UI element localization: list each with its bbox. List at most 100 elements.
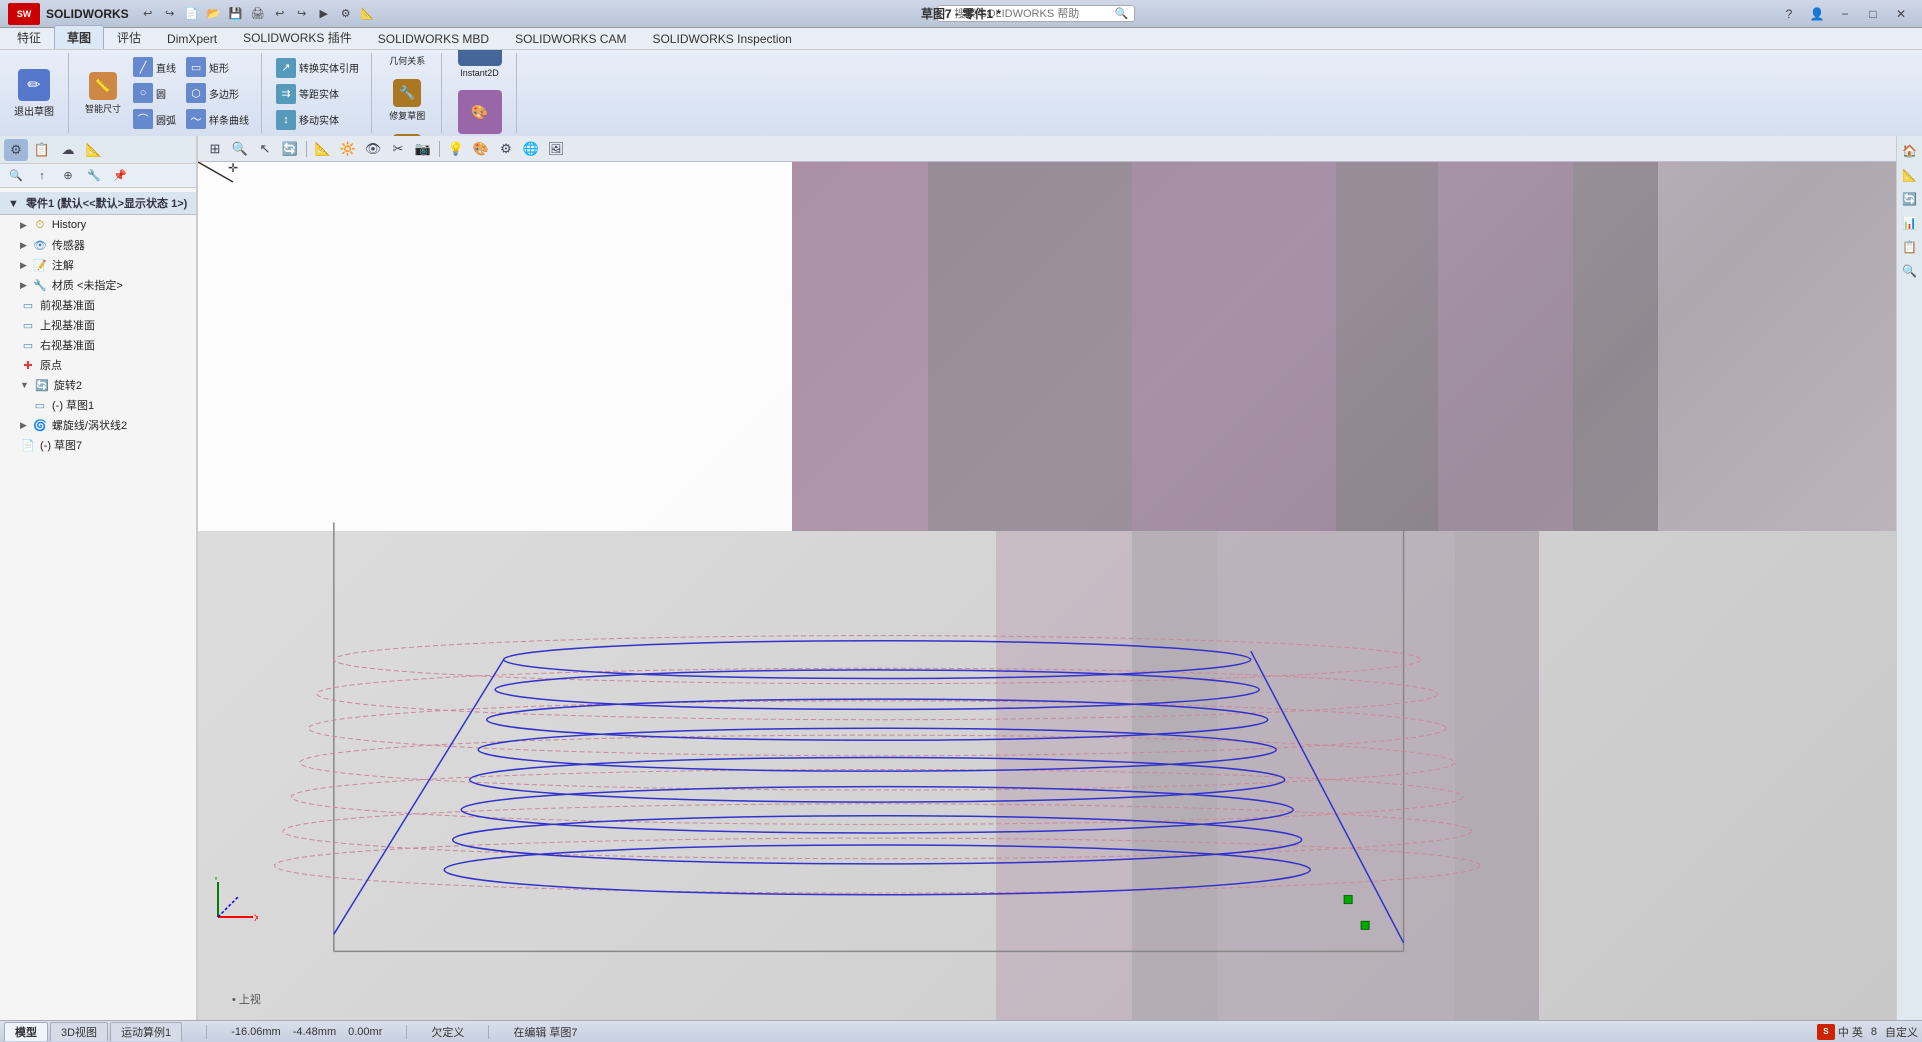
exit-sketch-button[interactable]: ✏ 退出草图: [8, 65, 60, 122]
fm-item-top-plane[interactable]: ▭ 上视基准面: [0, 315, 196, 335]
fm-item-history[interactable]: ▶ ⏱ History: [0, 215, 196, 235]
fm-filter-btn[interactable]: 🔍: [4, 165, 28, 187]
tab-sw-mbd[interactable]: SOLIDWORKS MBD: [365, 28, 502, 49]
qa-btn-undo[interactable]: ↩: [271, 5, 289, 23]
circle-button[interactable]: ○圆: [129, 81, 180, 105]
rt-chart-btn[interactable]: 📊: [1899, 212, 1921, 234]
offset-entities-button[interactable]: ⇉等距实体: [272, 82, 363, 106]
rt-dimension-btn[interactable]: 📐: [1899, 164, 1921, 186]
vp-camera[interactable]: 📷: [412, 139, 434, 159]
repair-sketch-button[interactable]: 🔧 修复草图: [383, 75, 431, 126]
tab-sw-inspection[interactable]: SOLIDWORKS Inspection: [639, 28, 804, 49]
maximize-button[interactable]: □: [1860, 3, 1886, 25]
vp-hide-show[interactable]: 👁: [362, 139, 384, 159]
statusbar-tab-model[interactable]: 模型: [4, 1022, 48, 1041]
rt-zoom-btn[interactable]: 🔍: [1899, 260, 1921, 282]
fm-tab-feature-tree[interactable]: ⚙: [4, 139, 28, 161]
convert-entities-button[interactable]: ↗转换实体引用: [272, 56, 363, 80]
instant2d-button[interactable]: 2D Instant2D: [452, 50, 508, 82]
smart-dimension-button[interactable]: 📏 智能尺寸: [79, 68, 127, 119]
qa-btn-save[interactable]: 💾: [227, 5, 245, 23]
fm-add-btn[interactable]: ⊕: [56, 165, 80, 187]
vp-zoom-to-fit[interactable]: ⊞: [204, 139, 226, 159]
fm-tab-dim[interactable]: 📐: [82, 139, 106, 161]
fm-item-helix2[interactable]: ▶ 🌀 螺旋线/涡状线2: [0, 415, 196, 435]
fm-pin-btn[interactable]: 📌: [108, 165, 132, 187]
arc-button[interactable]: ⌒圆弧: [129, 107, 180, 131]
fm-item-sensors[interactable]: ▶ 👁 传感器: [0, 235, 196, 255]
qa-btn-redo[interactable]: ↪: [293, 5, 311, 23]
tab-feature[interactable]: 特征: [4, 25, 54, 49]
fm-up-btn[interactable]: ↑: [30, 165, 54, 187]
vp-decals[interactable]: 🖼: [545, 139, 567, 159]
vp-section[interactable]: ✂: [387, 139, 409, 159]
fm-item-right-plane[interactable]: ▭ 右视基准面: [0, 335, 196, 355]
signin-button[interactable]: 👤: [1804, 3, 1830, 25]
statusbar-tab-motion[interactable]: 运动算例1: [110, 1022, 182, 1041]
vp-settings[interactable]: ⚙: [495, 139, 517, 159]
fm-item-sketch7[interactable]: 📄 (-) 草图7: [0, 435, 196, 455]
spiral-outer-7: [274, 838, 1480, 893]
fm-item-material[interactable]: ▶ 🔧 材质 <未指定>: [0, 275, 196, 295]
fm-item-revolve2[interactable]: ▼ 🔄 旋转2: [0, 375, 196, 395]
move-entities-button[interactable]: ↕移动实体: [272, 108, 363, 132]
close-button[interactable]: ✕: [1888, 3, 1914, 25]
qa-btn-play[interactable]: ▶: [315, 5, 333, 23]
search-submit-icon[interactable]: 🔍: [1115, 7, 1129, 20]
shaded-sketch-button[interactable]: 🎨 上色草图 轮廓: [452, 86, 508, 138]
qa-btn-measure[interactable]: 📐: [359, 5, 377, 23]
fm-tab-config[interactable]: ☁: [56, 139, 80, 161]
vp-display-mode[interactable]: 🔆: [337, 139, 359, 159]
mirror-entities-button[interactable]: ⇔ 镜向实体: [294, 50, 342, 52]
qa-btn-print[interactable]: 🖨: [249, 5, 267, 23]
annotations-expand-icon: ▶: [20, 260, 27, 271]
sketch-status: 欠定义: [431, 1024, 464, 1040]
fm-tab-property[interactable]: 📋: [30, 139, 54, 161]
qa-btn-new[interactable]: 📄: [183, 5, 201, 23]
coord-x: -16.06mm: [231, 1026, 281, 1038]
spline-button[interactable]: 〜样条曲线: [182, 107, 253, 131]
rt-list-btn[interactable]: 📋: [1899, 236, 1921, 258]
rt-rotate-btn[interactable]: 🔄: [1899, 188, 1921, 210]
vp-scene[interactable]: 🌐: [520, 139, 542, 159]
statusbar-tab-3dview[interactable]: 3D视图: [50, 1022, 108, 1041]
sw-lang: 中: [1838, 1024, 1849, 1040]
fm-item-annotations[interactable]: ▶ 📝 注解: [0, 255, 196, 275]
vp-view-orient[interactable]: 📐: [312, 139, 334, 159]
vp-rotate[interactable]: 🔄: [279, 139, 301, 159]
tab-dimxpert[interactable]: DimXpert: [154, 28, 230, 49]
polygon-button[interactable]: ⬡多边形: [182, 81, 253, 105]
fm-item-front-plane[interactable]: ▭ 前视基准面: [0, 295, 196, 315]
line-tools-col: ╱直线 ○圆 ⌒圆弧: [129, 55, 180, 131]
tab-sketch[interactable]: 草图: [54, 25, 104, 49]
qa-btn-open[interactable]: 📂: [205, 5, 223, 23]
vp-zoom-in[interactable]: 🔍: [229, 139, 251, 159]
right-connect-line: [1251, 651, 1404, 943]
vp-lights[interactable]: 💡: [445, 139, 467, 159]
tab-sw-cam[interactable]: SOLIDWORKS CAM: [502, 28, 639, 49]
units-value: 8: [1871, 1026, 1877, 1038]
vp-appearances[interactable]: 🎨: [470, 139, 492, 159]
fm-item-origin[interactable]: ✚ 原点: [0, 355, 196, 375]
fm-item-sketch1[interactable]: ▭ (-) 草图1: [0, 395, 196, 415]
help-button[interactable]: ?: [1776, 3, 1802, 25]
spiral-dashed-5: [470, 757, 1285, 802]
shaded-sketch-icon: 🎨: [458, 90, 502, 134]
qa-btn-2[interactable]: ↪: [161, 5, 179, 23]
minimize-button[interactable]: −: [1832, 3, 1858, 25]
part-expand-icon[interactable]: ▼: [8, 198, 19, 210]
qa-btn-1[interactable]: ↩: [139, 5, 157, 23]
rect-button[interactable]: ▭矩形: [182, 55, 253, 79]
revolve2-expand-icon: ▼: [20, 380, 29, 390]
fm-settings-btn[interactable]: 🔧: [82, 165, 106, 187]
vp-select[interactable]: ↖: [254, 139, 276, 159]
instant2d-icon: 2D: [458, 50, 502, 66]
qa-btn-options[interactable]: ⚙: [337, 5, 355, 23]
tab-sw-plugin[interactable]: SOLIDWORKS 插件: [230, 25, 365, 49]
show-relations-button[interactable]: 🔗 显示/删除 几何关系: [382, 50, 433, 71]
fm-tree-content: ▼ 零件1 (默认<<默认>显示状态 1>) ▶ ⏱ History ▶ 👁 传…: [0, 188, 196, 1020]
circle-icon: ○: [133, 83, 153, 103]
rt-home-btn[interactable]: 🏠: [1899, 140, 1921, 162]
tab-evaluate[interactable]: 评估: [104, 25, 154, 49]
line-button[interactable]: ╱直线: [129, 55, 180, 79]
